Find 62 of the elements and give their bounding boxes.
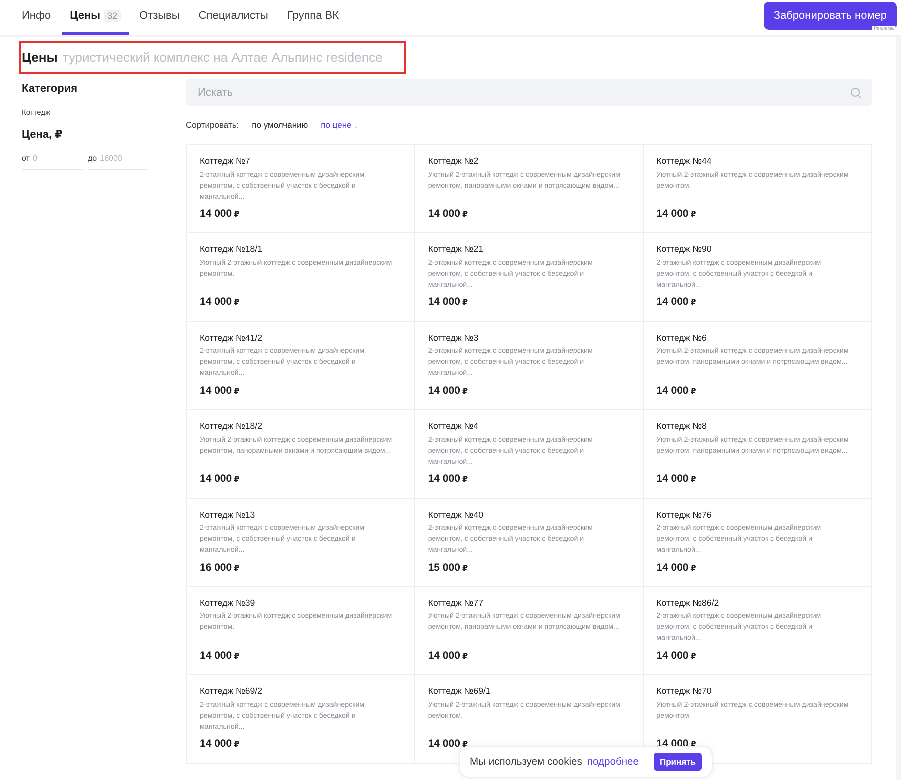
price-label: 14 000 ₽: [656, 560, 696, 576]
card-title: Коттедж №3: [428, 332, 479, 344]
price-label: 14 000 ₽: [200, 472, 240, 488]
price-to-input[interactable]: 16000: [97, 148, 148, 169]
price-to-field[interactable]: до 16000: [88, 148, 148, 170]
card-title: Коттедж №2: [428, 155, 479, 167]
nav-tab[interactable]: Инфо: [14, 0, 60, 35]
card-title: Коттедж №4: [428, 420, 479, 432]
card-title: Коттедж №7: [200, 155, 250, 167]
page-heading: Цены: [22, 50, 58, 65]
card-title: Коттедж №39: [200, 596, 256, 609]
price-label: 14 000 ₽: [200, 648, 240, 664]
price-from-input[interactable]: 0: [30, 148, 83, 169]
card-title: Коттедж №77: [428, 596, 484, 609]
card-title: Коттедж №41/2: [200, 332, 263, 344]
count-badge: 32: [104, 10, 120, 22]
page-subheading: туристический комплекс на Алтае Альпинс residence: [62, 50, 383, 65]
price-label: 14 000 ₽: [200, 295, 240, 310]
nav-tab[interactable]: Специалисты: [190, 0, 276, 35]
sort-option[interactable]: по цене ↓: [321, 120, 358, 130]
price-label: 14 000 ₽: [200, 384, 240, 399]
card-title: Коттедж №70: [656, 685, 712, 698]
nav-tab[interactable]: Группа ВК: [279, 0, 348, 35]
nav-tab[interactable]: Цены 32: [62, 0, 128, 35]
card-title: Коттедж №18/2: [200, 420, 263, 432]
nav-tab[interactable]: Отзывы: [132, 0, 188, 35]
field-prefix: от: [22, 154, 30, 163]
price-label: 14 000 ₽: [656, 648, 696, 664]
card-title: Коттедж №21: [428, 243, 484, 256]
card-title: Коттедж №13: [200, 508, 256, 521]
filter-title: Категория: [22, 82, 78, 97]
search-icon[interactable]: [850, 86, 862, 98]
card-title: Коттедж №69/2: [200, 685, 263, 698]
price-label: 14 000 ₽: [656, 472, 696, 488]
price-label: 15 000 ₽: [428, 560, 468, 576]
price-label: 14 000 ₽: [428, 384, 468, 399]
card-title: Коттедж №6: [656, 332, 707, 344]
price-label: 14 000 ₽: [656, 207, 696, 222]
price-label: 14 000 ₽: [656, 295, 696, 310]
accept-button[interactable]: Принять: [654, 753, 702, 771]
sort-option[interactable]: по умолчанию: [252, 120, 308, 130]
price-from-field[interactable]: от 0: [22, 148, 83, 170]
card-title: Коттедж №40: [428, 508, 484, 521]
price-label: 16 000 ₽: [200, 560, 240, 576]
card-title: Коттедж №86/2: [656, 596, 720, 609]
price-label: 14 000 ₽: [200, 207, 240, 222]
card-title: Коттедж №18/1: [200, 243, 263, 256]
price-label: 14 000 ₽: [428, 472, 468, 488]
card-title: Коттедж №8: [656, 420, 707, 432]
price-label: 14 000 ₽: [428, 648, 468, 664]
price-label: 14 000 ₽: [428, 737, 468, 752]
price-label: 14 000 ₽: [428, 295, 468, 310]
price-label: 14 000 ₽: [428, 207, 468, 222]
field-prefix: до: [88, 154, 98, 163]
card-title: Коттедж №44: [656, 155, 712, 167]
filter-title: Цена, ₽: [22, 128, 63, 143]
price-label: 14 000 ₽: [200, 737, 240, 752]
sort-label: Сортировать:: [186, 120, 240, 130]
card-title: Коттедж №69/1: [428, 685, 491, 698]
card-title: Коттедж №90: [656, 243, 712, 256]
price-label: 14 000 ₽: [656, 384, 696, 399]
card-title: Коттедж №76: [656, 508, 712, 521]
